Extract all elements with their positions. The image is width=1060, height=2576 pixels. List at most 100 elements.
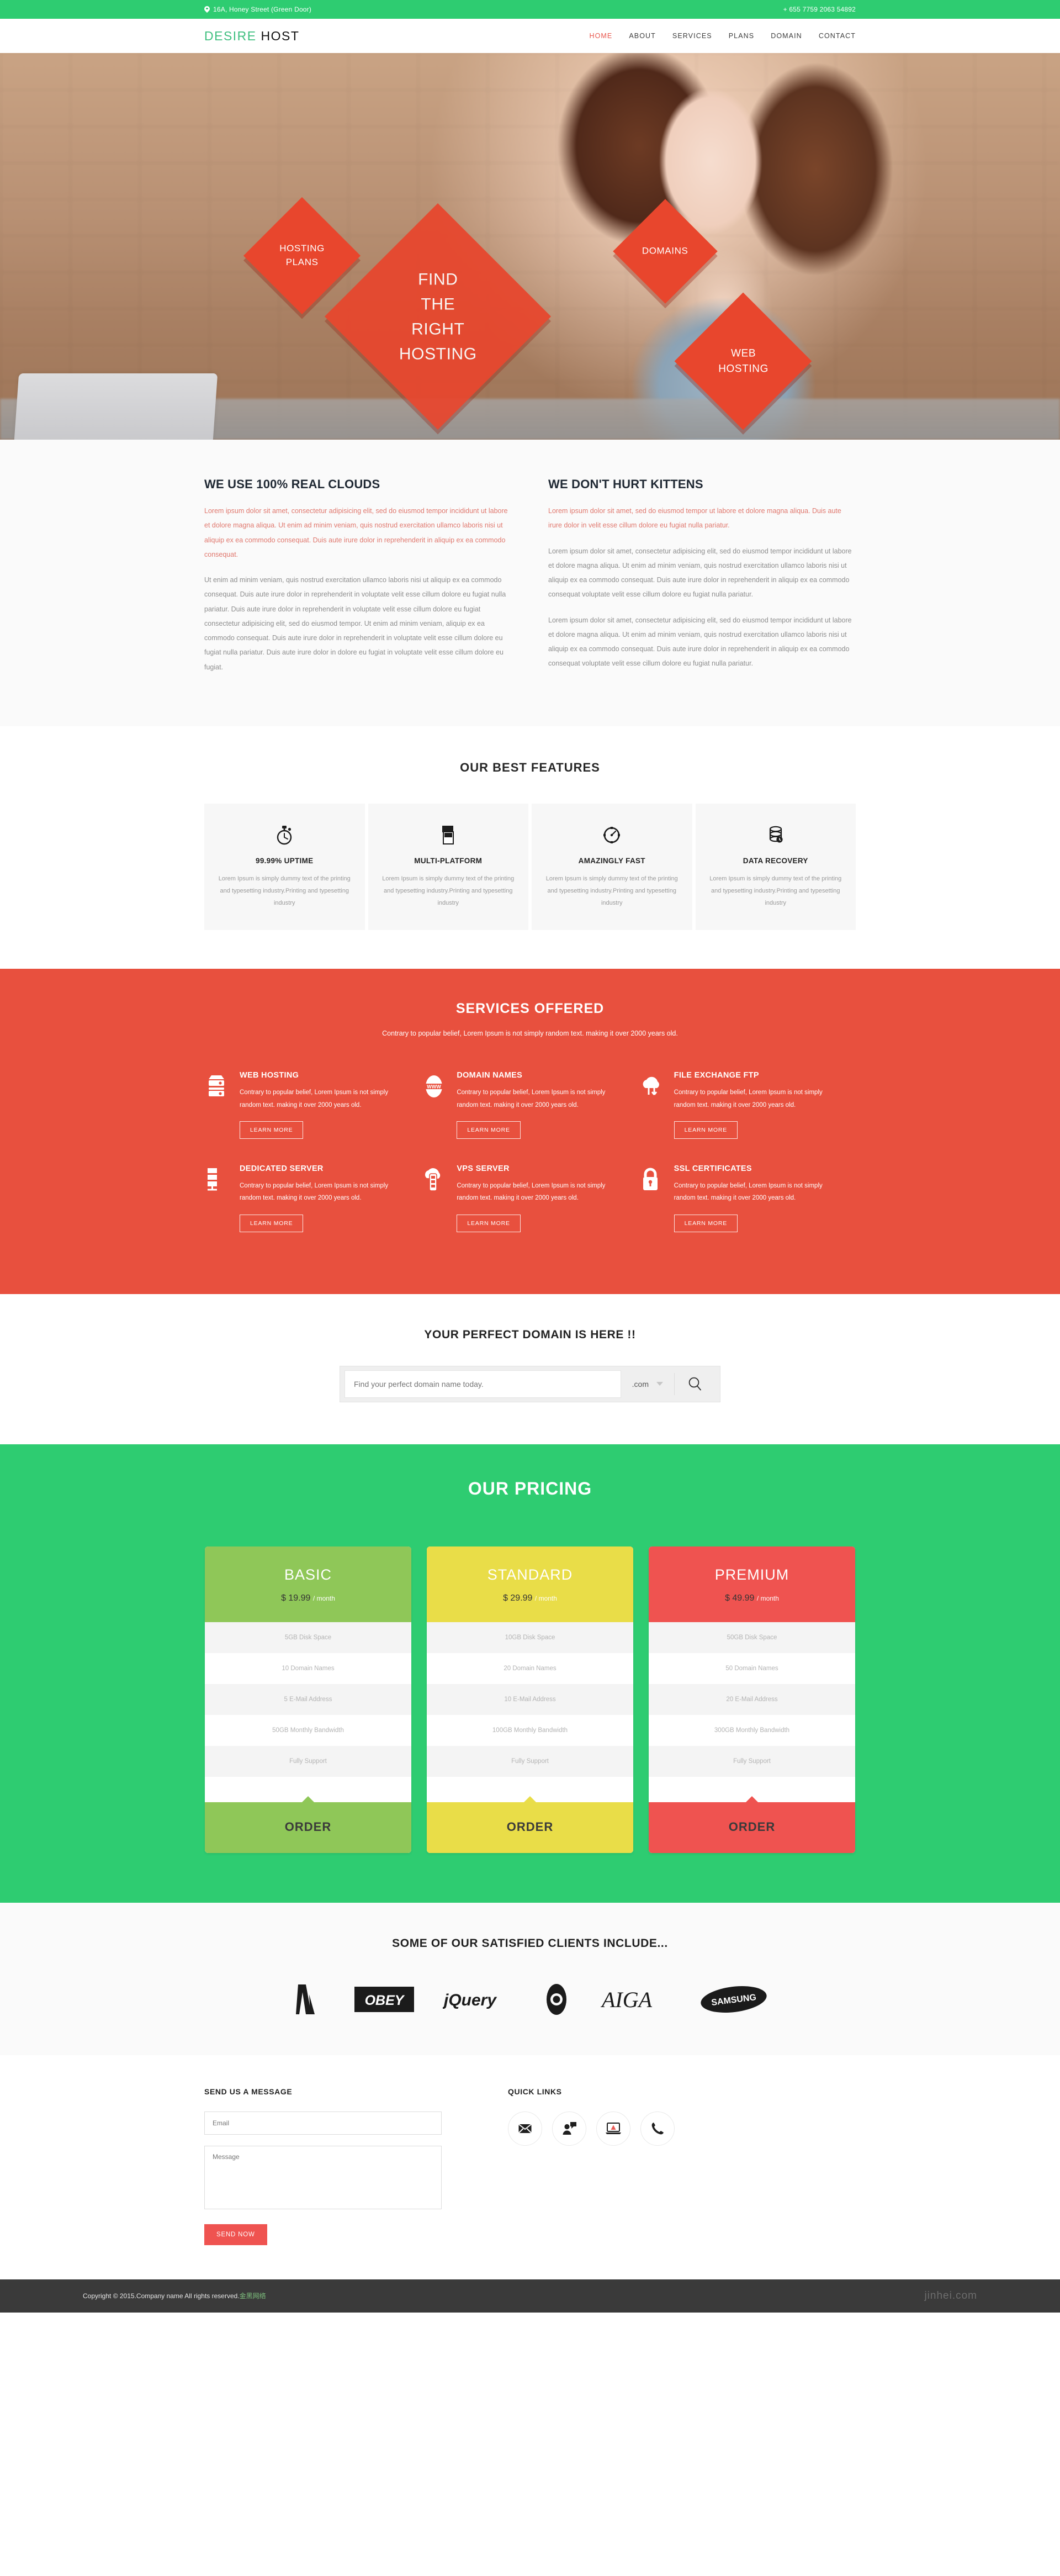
banner-diamond-domains-label: DOMAINS [642, 245, 688, 256]
quick-link-alerts[interactable] [596, 2111, 630, 2146]
service-text-file-exchange-ftp: Contrary to popular belief, Lorem Ipsum … [674, 1089, 823, 1108]
address-text: 16A, Honey Street (Green Door) [213, 6, 312, 13]
pricing-plan-premium-features: 50GB Disk Space 50 Domain Names 20 E-Mai… [649, 1622, 855, 1777]
cloud-vps-icon [421, 1164, 447, 1232]
pricing-plan-premium-header: PREMIUM $ 49.99 / month [649, 1546, 855, 1622]
pricing-feature: 50 Domain Names [649, 1653, 855, 1684]
pricing-feature: 5GB Disk Space [205, 1622, 411, 1653]
phone-icon [651, 2122, 664, 2135]
server-stack-icon [204, 1071, 230, 1139]
learn-more-button-web-hosting[interactable]: LEARN MORE [240, 1121, 304, 1139]
pricing-feature: 10 E-Mail Address [427, 1683, 633, 1715]
pricing-plan-basic-header: BASIC $ 19.99 / month [205, 1546, 411, 1622]
about-right-paragraph-2: Lorem ipsum dolor sit amet, consectetur … [548, 547, 852, 599]
order-button-standard[interactable]: ORDER [427, 1796, 633, 1853]
domain-search-button[interactable] [675, 1376, 716, 1392]
send-now-button[interactable]: SEND NOW [204, 2224, 267, 2245]
stopwatch-icon [215, 822, 354, 848]
nav-item-plans[interactable]: PLANS [729, 32, 755, 40]
site-header: DESIRE HOST HOME ABOUT SERVICES PLANS DO… [0, 19, 1060, 53]
about-column-left: WE USE 100% REAL CLOUDS Lorem ipsum dolo… [204, 477, 512, 685]
service-card-dedicated-server: DEDICATED SERVER Contrary to popular bel… [204, 1164, 421, 1232]
pricing-feature: 10GB Disk Space [427, 1622, 633, 1653]
service-title-domain-names: DOMAIN NAMES [457, 1071, 523, 1080]
service-card-web-hosting: WEB HOSTING Contrary to popular belief, … [204, 1071, 421, 1139]
pricing-plan-standard-header: STANDARD $ 29.99 / month [427, 1546, 633, 1622]
feature-title-multi-platform: MULTI-PLATFORM [414, 856, 483, 865]
pricing-feature: 50GB Monthly Bandwidth [205, 1714, 411, 1746]
feature-text-multi-platform: Lorem Ipsum is simply dummy text of the … [382, 875, 515, 906]
quick-links-title: QUICK LINKS [508, 2087, 562, 2096]
learn-more-button-dedicated-server[interactable]: LEARN MORE [240, 1214, 304, 1232]
service-title-vps-server: VPS SERVER [457, 1164, 510, 1173]
copyright-company-cn[interactable]: 金黑网络 [240, 2292, 266, 2300]
order-button-basic[interactable]: ORDER [205, 1796, 411, 1853]
about-section: WE USE 100% REAL CLOUDS Lorem ipsum dolo… [0, 440, 1060, 726]
nav-item-contact[interactable]: CONTACT [819, 32, 856, 40]
service-card-file-exchange-ftp: FILE EXCHANGE FTP Contrary to popular be… [639, 1071, 856, 1139]
learn-more-button-domain-names[interactable]: LEARN MORE [457, 1121, 521, 1139]
domain-search-input[interactable] [344, 1370, 621, 1398]
nav-item-home[interactable]: HOME [589, 32, 612, 40]
clients-section: SOME OF OUR SATISFIED CLIENTS INCLUDE...… [0, 1902, 1060, 2055]
pricing-plan-standard-price: $ 29.99 [503, 1593, 533, 1603]
nav-item-about[interactable]: ABOUT [629, 32, 656, 40]
service-title-file-exchange-ftp: FILE EXCHANGE FTP [674, 1071, 759, 1080]
client-logo-a [293, 1982, 326, 2017]
pricing-feature: 20 E-Mail Address [649, 1683, 855, 1715]
banner-diamond-hosting-plans-label: HOSTING PLANS [279, 243, 325, 267]
pricing-section: OUR PRICING BASIC $ 19.99 / month 5GB Di… [0, 1444, 1060, 1903]
client-logo-jquery: jQuery [443, 1982, 512, 2017]
learn-more-button-ssl-certificates[interactable]: LEARN MORE [674, 1214, 738, 1232]
www-globe-icon: WWW [421, 1071, 447, 1139]
pricing-plan-premium: PREMIUM $ 49.99 / month 50GB Disk Space … [649, 1546, 855, 1853]
feature-text-uptime: Lorem Ipsum is simply dummy text of the … [218, 875, 351, 906]
nav-item-services[interactable]: SERVICES [672, 32, 712, 40]
tld-dropdown[interactable]: .com [621, 1373, 675, 1395]
clients-title: SOME OF OUR SATISFIED CLIENTS INCLUDE... [392, 1936, 668, 1950]
feature-card-fast: AMAZINGLY FAST Lorem Ipsum is simply dum… [532, 803, 692, 930]
feature-title-uptime: 99.99% UPTIME [256, 856, 314, 865]
quick-link-phone[interactable] [640, 2111, 675, 2146]
pricing-feature: 5 E-Mail Address [205, 1683, 411, 1715]
pricing-feature: 10 Domain Names [205, 1653, 411, 1684]
feature-card-data-recovery: DATA RECOVERY Lorem Ipsum is simply dumm… [695, 803, 856, 930]
service-text-vps-server: Contrary to popular belief, Lorem Ipsum … [457, 1182, 606, 1202]
site-logo[interactable]: DESIRE HOST [204, 29, 299, 44]
cloud-transfer-icon [639, 1071, 664, 1139]
service-card-domain-names: WWW DOMAIN NAMES Contrary to popular bel… [421, 1071, 638, 1139]
pricing-feature: 300GB Monthly Bandwidth [649, 1714, 855, 1746]
copyright-main: Copyright © 2015.Company name All rights… [83, 2292, 240, 2300]
domain-search-title: YOUR PERFECT DOMAIN IS HERE !! [424, 1328, 636, 1341]
padlock-icon [639, 1164, 664, 1232]
main-nav: HOME ABOUT SERVICES PLANS DOMAIN CONTACT [589, 32, 856, 40]
nav-item-domain[interactable]: DOMAIN [771, 32, 802, 40]
order-button-premium[interactable]: ORDER [649, 1796, 855, 1853]
services-lead: Contrary to popular belief, Lorem Ipsum … [382, 1029, 678, 1037]
about-right-title: WE DON'T HURT KITTENS [548, 477, 703, 491]
quick-link-email[interactable] [508, 2111, 542, 2146]
pricing-plan-standard-name: STANDARD [487, 1566, 573, 1583]
email-field[interactable] [204, 2111, 442, 2135]
learn-more-button-vps-server[interactable]: LEARN MORE [457, 1214, 521, 1232]
feature-card-uptime: 99.99% UPTIME Lorem Ipsum is simply dumm… [204, 803, 365, 930]
client-logo-aiga: AIGA [601, 1982, 671, 2017]
message-field[interactable] [204, 2145, 442, 2209]
svg-text:AIGA: AIGA [601, 1987, 653, 2012]
quick-link-support[interactable] [552, 2111, 586, 2146]
pricing-plan-premium-period: / month [756, 1594, 779, 1602]
services-section: SERVICES OFFERED Contrary to popular bel… [0, 968, 1060, 1294]
about-column-right: WE DON'T HURT KITTENS Lorem ipsum dolor … [548, 477, 856, 685]
svg-text:WWW: WWW [427, 1084, 442, 1090]
domain-search-section: YOUR PERFECT DOMAIN IS HERE !! .com [0, 1294, 1060, 1444]
about-left-title: WE USE 100% REAL CLOUDS [204, 477, 380, 491]
pricing-plan-basic-period: / month [312, 1594, 335, 1602]
pricing-feature: Fully Support [427, 1745, 633, 1777]
contact-form: SEND US A MESSAGE SEND NOW [204, 2087, 442, 2245]
feature-card-multi-platform: MULTI-PLATFORM Lorem Ipsum is simply dum… [368, 803, 528, 930]
pricing-feature: Fully Support [649, 1745, 855, 1777]
feature-text-data-recovery: Lorem Ipsum is simply dummy text of the … [709, 875, 842, 906]
service-card-vps-server: VPS SERVER Contrary to popular belief, L… [421, 1164, 638, 1232]
learn-more-button-file-exchange-ftp[interactable]: LEARN MORE [674, 1121, 738, 1139]
hero-banner: HOSTING PLANS FIND THE RIGHT HOSTING DOM… [0, 53, 1060, 440]
